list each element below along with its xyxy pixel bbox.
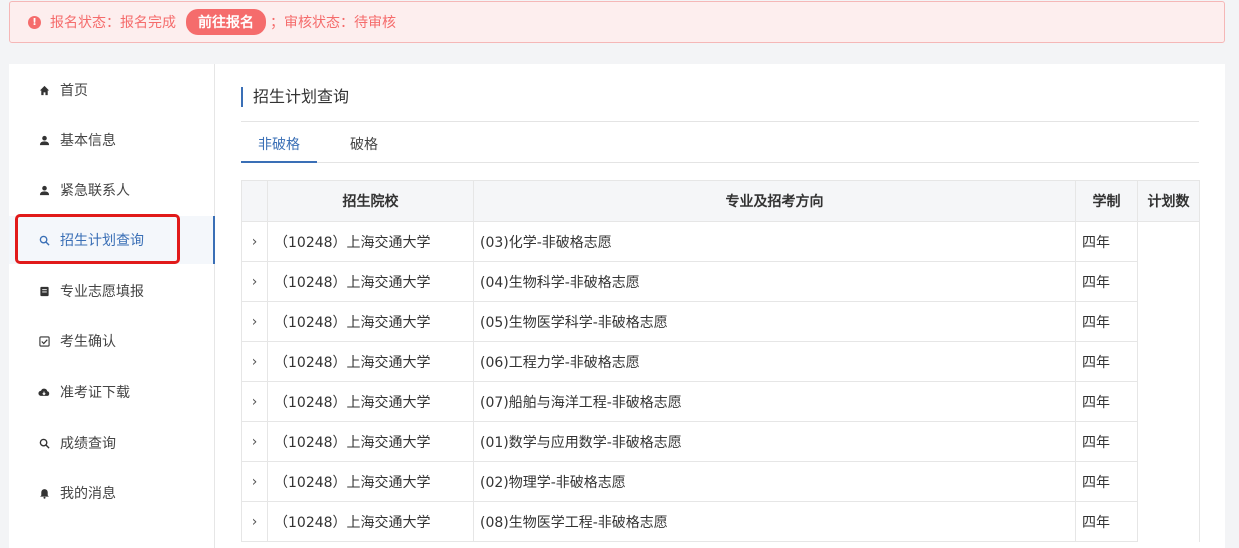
tab-exceptional[interactable]: 破格 bbox=[335, 130, 393, 163]
expand-row-chevron-icon[interactable]: › bbox=[241, 261, 268, 302]
sidebar-item-label: 专业志愿填报 bbox=[60, 284, 144, 300]
expand-row-chevron-icon[interactable]: › bbox=[241, 341, 268, 382]
cell-plan-count bbox=[1137, 221, 1200, 262]
expand-column-header bbox=[241, 180, 268, 222]
expand-row-chevron-icon[interactable]: › bbox=[241, 501, 268, 542]
cell-school: （10248）上海交通大学 bbox=[267, 221, 474, 262]
search-icon bbox=[38, 437, 50, 449]
content-area: 招生计划查询 非破格 破格 招生院校 专业及招考方向 学制 计划数 › （102… bbox=[241, 64, 1201, 548]
cell-major: (07)船舶与海洋工程-非破格志愿 bbox=[473, 381, 1076, 422]
cloud-download-icon bbox=[38, 386, 50, 398]
tab-non-exceptional[interactable]: 非破格 bbox=[241, 130, 317, 163]
home-icon bbox=[38, 84, 50, 96]
sidebar-item-label: 紧急联系人 bbox=[60, 183, 130, 199]
sidebar-item-label: 考生确认 bbox=[60, 334, 116, 350]
search-icon bbox=[38, 234, 50, 246]
table-header-row: 招生院校 专业及招考方向 学制 计划数 bbox=[241, 180, 1200, 222]
cell-plan-count bbox=[1137, 301, 1200, 342]
cell-years: 四年 bbox=[1075, 301, 1138, 342]
tab-bar: 非破格 破格 bbox=[241, 130, 1199, 163]
expand-row-chevron-icon[interactable]: › bbox=[241, 381, 268, 422]
sidebar-item-label: 基本信息 bbox=[60, 133, 116, 149]
form-icon bbox=[38, 285, 50, 297]
column-header-plan-count: 计划数 bbox=[1137, 180, 1200, 222]
info-icon: ! bbox=[28, 15, 41, 29]
cell-plan-count bbox=[1137, 381, 1200, 422]
expand-row-chevron-icon[interactable]: › bbox=[241, 301, 268, 342]
table-row: › （10248）上海交通大学 (08)生物医学工程-非破格志愿 四年 bbox=[241, 501, 1200, 542]
table-row: › （10248）上海交通大学 (01)数学与应用数学-非破格志愿 四年 bbox=[241, 421, 1200, 462]
sidebar-item-emergency-contact[interactable]: 紧急联系人 bbox=[9, 166, 215, 214]
registration-status-alert: ! 报名状态：报名完成 前往报名 ；审核状态：待审核 bbox=[9, 1, 1225, 43]
cell-years: 四年 bbox=[1075, 381, 1138, 422]
title-divider bbox=[241, 121, 1199, 122]
cell-school: （10248）上海交通大学 bbox=[267, 461, 474, 502]
cell-plan-count bbox=[1137, 461, 1200, 502]
table-row: › （10248）上海交通大学 (04)生物科学-非破格志愿 四年 bbox=[241, 261, 1200, 302]
column-header-school: 招生院校 bbox=[267, 180, 474, 222]
cell-major: (02)物理学-非破格志愿 bbox=[473, 461, 1076, 502]
sidebar-item-label: 准考证下载 bbox=[60, 385, 130, 401]
cell-major: (03)化学-非破格志愿 bbox=[473, 221, 1076, 262]
sidebar-item-label: 成绩查询 bbox=[60, 436, 116, 452]
go-register-button[interactable]: 前往报名 bbox=[186, 9, 266, 35]
cell-school: （10248）上海交通大学 bbox=[267, 421, 474, 462]
sidebar-item-messages[interactable]: 我的消息 bbox=[9, 469, 215, 517]
expand-row-chevron-icon[interactable]: › bbox=[241, 461, 268, 502]
sidebar-item-major-preference[interactable]: 专业志愿填报 bbox=[9, 267, 215, 315]
main-panel: 首页 基本信息 紧急联系人 招生计划查询 专业志愿填报 考生确认 准考证下载 成… bbox=[9, 64, 1225, 548]
expand-row-chevron-icon[interactable]: › bbox=[241, 221, 268, 262]
cell-major: (08)生物医学工程-非破格志愿 bbox=[473, 501, 1076, 542]
sidebar-item-label: 招生计划查询 bbox=[60, 233, 144, 249]
sidebar-item-admission-ticket[interactable]: 准考证下载 bbox=[9, 368, 215, 416]
sidebar-item-label: 首页 bbox=[60, 83, 88, 99]
cell-plan-count bbox=[1137, 501, 1200, 542]
cell-major: (01)数学与应用数学-非破格志愿 bbox=[473, 421, 1076, 462]
column-header-years: 学制 bbox=[1075, 180, 1138, 222]
cell-years: 四年 bbox=[1075, 421, 1138, 462]
sidebar-item-label: 我的消息 bbox=[60, 486, 116, 502]
cell-years: 四年 bbox=[1075, 261, 1138, 302]
bell-icon bbox=[38, 487, 50, 499]
cell-years: 四年 bbox=[1075, 341, 1138, 382]
cell-years: 四年 bbox=[1075, 221, 1138, 262]
cell-years: 四年 bbox=[1075, 461, 1138, 502]
cell-years: 四年 bbox=[1075, 501, 1138, 542]
cell-major: (06)工程力学-非破格志愿 bbox=[473, 341, 1076, 382]
cell-school: （10248）上海交通大学 bbox=[267, 501, 474, 542]
cell-school: （10248）上海交通大学 bbox=[267, 341, 474, 382]
review-status-text: ；审核状态：待审核 bbox=[270, 15, 396, 31]
table-row: › （10248）上海交通大学 (07)船舶与海洋工程-非破格志愿 四年 bbox=[241, 381, 1200, 422]
cell-plan-count bbox=[1137, 261, 1200, 302]
table-row: › （10248）上海交通大学 (05)生物医学科学-非破格志愿 四年 bbox=[241, 301, 1200, 342]
cell-major: (04)生物科学-非破格志愿 bbox=[473, 261, 1076, 302]
sidebar: 首页 基本信息 紧急联系人 招生计划查询 专业志愿填报 考生确认 准考证下载 成… bbox=[9, 64, 215, 548]
user-icon bbox=[38, 134, 50, 146]
enrollment-plan-table: 招生院校 专业及招考方向 学制 计划数 › （10248）上海交通大学 (03)… bbox=[241, 180, 1200, 542]
sidebar-item-score-query[interactable]: 成绩查询 bbox=[9, 419, 215, 467]
column-header-major: 专业及招考方向 bbox=[473, 180, 1076, 222]
table-row: › （10248）上海交通大学 (02)物理学-非破格志愿 四年 bbox=[241, 461, 1200, 502]
sidebar-item-basic-info[interactable]: 基本信息 bbox=[9, 116, 215, 164]
page-title: 招生计划查询 bbox=[241, 87, 349, 107]
registration-status-text: 报名状态：报名完成 bbox=[50, 15, 176, 31]
user-icon bbox=[38, 184, 50, 196]
expand-row-chevron-icon[interactable]: › bbox=[241, 421, 268, 462]
cell-major: (05)生物医学科学-非破格志愿 bbox=[473, 301, 1076, 342]
cell-plan-count bbox=[1137, 421, 1200, 462]
cell-school: （10248）上海交通大学 bbox=[267, 301, 474, 342]
table-row: › （10248）上海交通大学 (06)工程力学-非破格志愿 四年 bbox=[241, 341, 1200, 382]
cell-school: （10248）上海交通大学 bbox=[267, 261, 474, 302]
check-icon bbox=[38, 335, 50, 347]
sidebar-item-candidate-confirm[interactable]: 考生确认 bbox=[9, 317, 215, 365]
cell-plan-count bbox=[1137, 341, 1200, 382]
sidebar-item-enrollment-plan[interactable]: 招生计划查询 bbox=[9, 216, 215, 264]
sidebar-item-home[interactable]: 首页 bbox=[9, 66, 215, 114]
cell-school: （10248）上海交通大学 bbox=[267, 381, 474, 422]
table-row: › （10248）上海交通大学 (03)化学-非破格志愿 四年 bbox=[241, 221, 1200, 262]
